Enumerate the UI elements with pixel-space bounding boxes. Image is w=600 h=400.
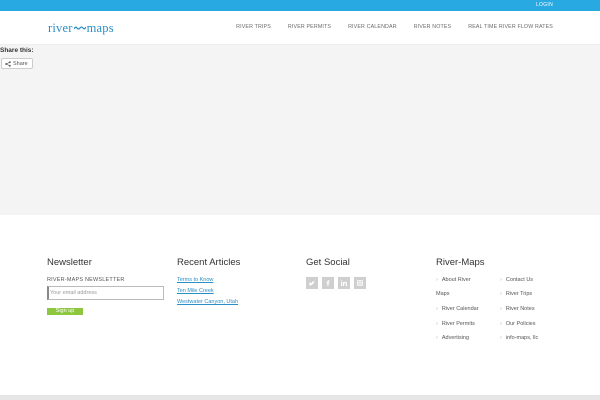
signup-button[interactable]: Sign up (47, 308, 83, 315)
footer-link-about-cont[interactable]: Maps (436, 291, 449, 298)
footer-links: › About River Maps › River Calendar › River… (436, 277, 554, 357)
river-maps-heading: River-Maps (436, 257, 485, 268)
content-area: Share this: Share (0, 45, 600, 215)
share-button-label: Share (13, 60, 28, 67)
site-header: river maps RIVER TRIPS RIVER PERMITS RIV… (0, 11, 600, 45)
nav-flow-rates[interactable]: REAL TIME RIVER FLOW RATES (468, 24, 553, 30)
top-bar: LOGIN (0, 0, 600, 11)
article-link[interactable]: Ten Mile Creek (177, 288, 295, 295)
facebook-icon[interactable] (322, 277, 334, 289)
twitter-icon[interactable] (306, 277, 318, 289)
footer-link-about[interactable]: › About River (436, 277, 471, 284)
footer-link-company[interactable]: › info-maps, llc (500, 335, 538, 342)
main-nav: RIVER TRIPS RIVER PERMITS RIVER CALENDAR… (219, 24, 553, 30)
site-logo[interactable]: river maps (48, 21, 114, 35)
logo-word-maps: maps (86, 20, 114, 35)
social-heading: Get Social (306, 257, 350, 268)
share-icon (5, 60, 11, 67)
share-title: Share this: (0, 47, 34, 54)
nav-river-trips[interactable]: RIVER TRIPS (236, 24, 271, 30)
wave-icon (73, 26, 86, 30)
logo-word-river: river (48, 20, 73, 35)
social-icons (306, 277, 424, 289)
linkedin-icon[interactable] (338, 277, 350, 289)
instagram-icon[interactable] (354, 277, 366, 289)
newsletter-section: Newsletter RIVER-MAPS NEWSLETTER Sign up (47, 257, 165, 315)
email-field[interactable] (47, 286, 164, 300)
newsletter-label: RIVER-MAPS NEWSLETTER (47, 277, 125, 283)
footer-link-permits[interactable]: › River Permits (436, 321, 475, 328)
social-section: Get Social (306, 257, 424, 289)
nav-river-calendar[interactable]: RIVER CALENDAR (348, 24, 397, 30)
recent-articles-section: Recent Articles Terms to Know Ten Mile C… (177, 257, 295, 306)
article-link[interactable]: Westwater Canyon, Utah (177, 299, 295, 306)
footer-link-trips[interactable]: › River Trips (500, 291, 532, 298)
site-footer: Newsletter RIVER-MAPS NEWSLETTER Sign up… (0, 215, 600, 395)
footer-link-notes[interactable]: › River Notes (500, 306, 535, 313)
footer-link-contact[interactable]: › Contact Us (500, 277, 533, 284)
footer-link-advertising[interactable]: › Advertising (436, 335, 469, 342)
recent-articles-heading: Recent Articles (177, 257, 241, 268)
footer-link-calendar[interactable]: › River Calendar (436, 306, 479, 313)
nav-river-notes[interactable]: RIVER NOTES (414, 24, 452, 30)
newsletter-heading: Newsletter (47, 257, 92, 268)
nav-river-permits[interactable]: RIVER PERMITS (288, 24, 331, 30)
share-button[interactable]: Share (1, 58, 33, 69)
bottom-bar (0, 395, 600, 400)
river-maps-section: River-Maps › About River Maps › River Cale… (436, 257, 554, 357)
article-link[interactable]: Terms to Know (177, 277, 295, 284)
login-link[interactable]: LOGIN (536, 2, 553, 8)
footer-link-policies[interactable]: › Our Policies (500, 321, 536, 328)
